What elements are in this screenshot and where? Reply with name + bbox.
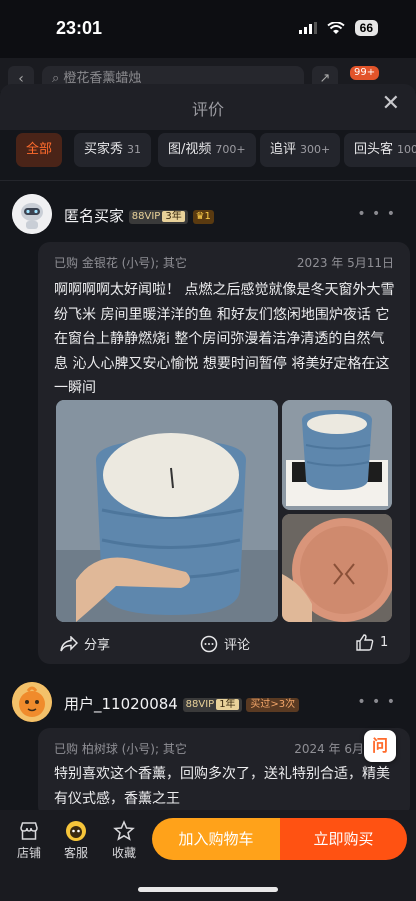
- review-text: 啊啊啊啊太好闻啦！ 点燃之后感觉就像是冬天窗外大雪纷飞米 房间里暖洋洋的鱼 和好…: [54, 282, 395, 396]
- share-button[interactable]: 分享: [60, 634, 110, 653]
- sheet-title: 评价: [191, 100, 224, 119]
- vip-badge: 88VIP 3年: [128, 209, 188, 224]
- status-icons: 66: [298, 20, 378, 36]
- customer-service-button[interactable]: 客服: [53, 820, 99, 861]
- store-button[interactable]: 店铺: [6, 820, 52, 861]
- candle-box-photo-icon: [282, 400, 392, 510]
- vip-years: 3年: [162, 210, 185, 222]
- comment-button[interactable]: 评论: [200, 634, 250, 653]
- battery-indicator: 66: [354, 20, 378, 36]
- review-card: 已购 柏树球 (小号); 其它 2024 年 6月 特别喜欢这个香薰，回购多次了…: [38, 728, 410, 818]
- like-count: 1: [380, 635, 389, 650]
- home-indicator: [138, 887, 278, 892]
- filter-chip-label: 回头客: [354, 142, 394, 157]
- like-button[interactable]: 1: [356, 634, 388, 651]
- service-icon: [66, 821, 86, 841]
- filter-chip-label: 追评: [270, 142, 297, 157]
- status-bar: 23:01 66: [0, 0, 416, 58]
- user-name-row: 匿名买家 88VIP 3年 ♛1: [64, 205, 214, 226]
- review-date: 2024 年 6月: [294, 742, 364, 756]
- review-photo[interactable]: [282, 400, 392, 510]
- review-header: 匿名买家 88VIP 3年 ♛1 • • •: [12, 194, 404, 238]
- close-icon[interactable]: ✕: [382, 93, 400, 115]
- review-date: 2023 年 5月11日: [296, 256, 394, 270]
- review-actions: 分享 评论 1: [38, 632, 410, 658]
- filter-chip-count: 300+: [300, 143, 331, 156]
- cartoon-avatar-icon: [12, 682, 52, 722]
- purchase-info: 已购 金银花 (小号); 其它: [54, 256, 187, 270]
- signal-icon: [298, 22, 317, 34]
- user-name: 匿名买家: [64, 207, 125, 225]
- ask-button[interactable]: 问: [364, 730, 396, 762]
- cart-badge: 99+: [350, 66, 380, 80]
- store-icon: [20, 822, 38, 840]
- review-photo[interactable]: [56, 400, 278, 622]
- filter-chip-all[interactable]: 全部: [16, 133, 63, 167]
- filter-chip-label: 买家秀: [84, 142, 124, 157]
- vip-badge: 88VIP 1年: [182, 697, 242, 712]
- status-time: 23:01: [56, 18, 103, 38]
- share-icon: [60, 635, 78, 651]
- purchase-info: 已购 柏树球 (小号); 其它: [54, 742, 187, 756]
- review-header: 用户_11020084 88VIP 1年 买过>3次 • • •: [12, 682, 404, 726]
- filter-row: 全部 买家秀 31 图/视频 700+ 追评 300+ 回头客 100: [0, 130, 416, 174]
- star-icon: [113, 820, 135, 841]
- favorite-button[interactable]: 收藏: [101, 820, 147, 861]
- crown-badge: ♛1: [192, 209, 214, 224]
- filter-chip-media[interactable]: 图/视频 700+: [158, 133, 256, 167]
- vip-label: 88VIP: [131, 210, 161, 222]
- filter-chip-label: 图/视频: [168, 142, 212, 157]
- candle-photo-icon: [56, 400, 278, 622]
- reviews-sheet-header: 评价 ✕: [0, 84, 416, 130]
- vip-years: 1年: [216, 698, 239, 710]
- more-icon[interactable]: • • •: [357, 694, 396, 710]
- avatar[interactable]: [12, 682, 52, 722]
- vip-label: 88VIP: [185, 698, 215, 710]
- repurchase-tag: 买过>3次: [246, 697, 300, 712]
- filter-chip-buyer-show[interactable]: 买家秀 31: [74, 133, 152, 167]
- review-text: 特别喜欢这个香薰，回购多次了，送礼特别合适，精美有仪式感，香薰之王: [54, 766, 390, 807]
- user-name-row: 用户_11020084 88VIP 1年 买过>3次: [64, 693, 300, 714]
- filter-chip-count: 700+: [215, 143, 246, 156]
- share-label: 分享: [84, 638, 111, 653]
- filter-chip-count: 31: [127, 143, 142, 156]
- store-label: 店铺: [16, 846, 41, 860]
- filter-chip-followup[interactable]: 追评 300+: [260, 133, 341, 167]
- crown-level: 1: [204, 210, 211, 222]
- comment-label: 评论: [224, 638, 251, 653]
- filter-chip-count: 100: [397, 143, 416, 156]
- wifi-icon: [327, 21, 345, 34]
- more-icon[interactable]: • • •: [357, 206, 396, 222]
- review-photo[interactable]: [282, 514, 392, 622]
- robot-avatar-icon: [12, 194, 52, 234]
- avatar[interactable]: [12, 194, 52, 234]
- comment-icon: [200, 635, 218, 652]
- review-card: 已购 金银花 (小号); 其它 2023 年 5月11日 啊啊啊啊太好闻啦！ 点…: [38, 242, 410, 664]
- divider: [0, 180, 416, 181]
- add-to-cart-button[interactable]: 加入购物车: [152, 818, 280, 860]
- lid-photo-icon: [282, 514, 392, 622]
- favorite-label: 收藏: [111, 846, 136, 860]
- thumbs-up-icon: [356, 634, 374, 651]
- filter-chip-repeat[interactable]: 回头客 100: [344, 133, 416, 167]
- user-name: 用户_11020084: [64, 695, 178, 713]
- filter-chip-label: 全部: [26, 142, 53, 157]
- buy-now-button[interactable]: 立即购买: [280, 818, 407, 860]
- service-label: 客服: [63, 846, 88, 860]
